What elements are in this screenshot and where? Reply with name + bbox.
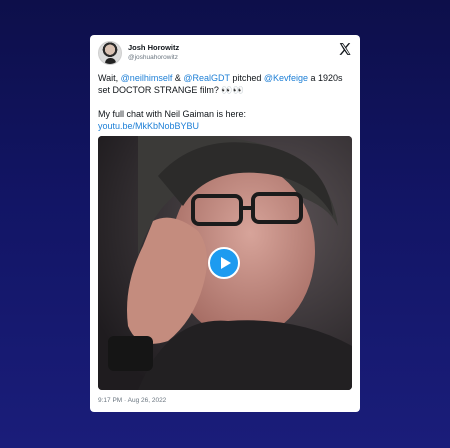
author-name[interactable]: Josh Horowitz: [128, 43, 179, 52]
tweet-text-part: pitched: [229, 73, 264, 83]
mention-neilhimself[interactable]: @neilhimself: [121, 73, 173, 83]
x-logo-icon[interactable]: [338, 42, 352, 56]
tweet-header: Josh Horowitz @joshuahorowitz: [98, 41, 352, 69]
author-handle[interactable]: @joshuahorowitz: [128, 54, 178, 61]
tweet-timestamp[interactable]: 9:17 PM · Aug 26, 2022: [98, 397, 166, 404]
tweet-text-part: Wait,: [98, 73, 121, 83]
mention-kevfeige[interactable]: @Kevfeige: [264, 73, 308, 83]
tweet-card[interactable]: Josh Horowitz @joshuahorowitz Wait, @nei…: [90, 35, 360, 412]
video-thumbnail[interactable]: [98, 136, 352, 390]
mention-realgdt[interactable]: @RealGDT: [183, 73, 229, 83]
tweet-line-2: My full chat with Neil Gaiman is here: yo…: [98, 108, 352, 132]
tweet-text: Wait, @neilhimself & @RealGDT pitched @K…: [98, 72, 352, 132]
youtube-link[interactable]: youtu.be/MkKbNobBYBU: [98, 121, 199, 131]
play-button[interactable]: [208, 247, 240, 279]
author-avatar[interactable]: [98, 41, 122, 65]
tweet-line-1: Wait, @neilhimself & @RealGDT pitched @K…: [98, 72, 352, 96]
tweet-text-part: &: [172, 73, 184, 83]
tweet-text-part: My full chat with Neil Gaiman is here:: [98, 109, 247, 119]
